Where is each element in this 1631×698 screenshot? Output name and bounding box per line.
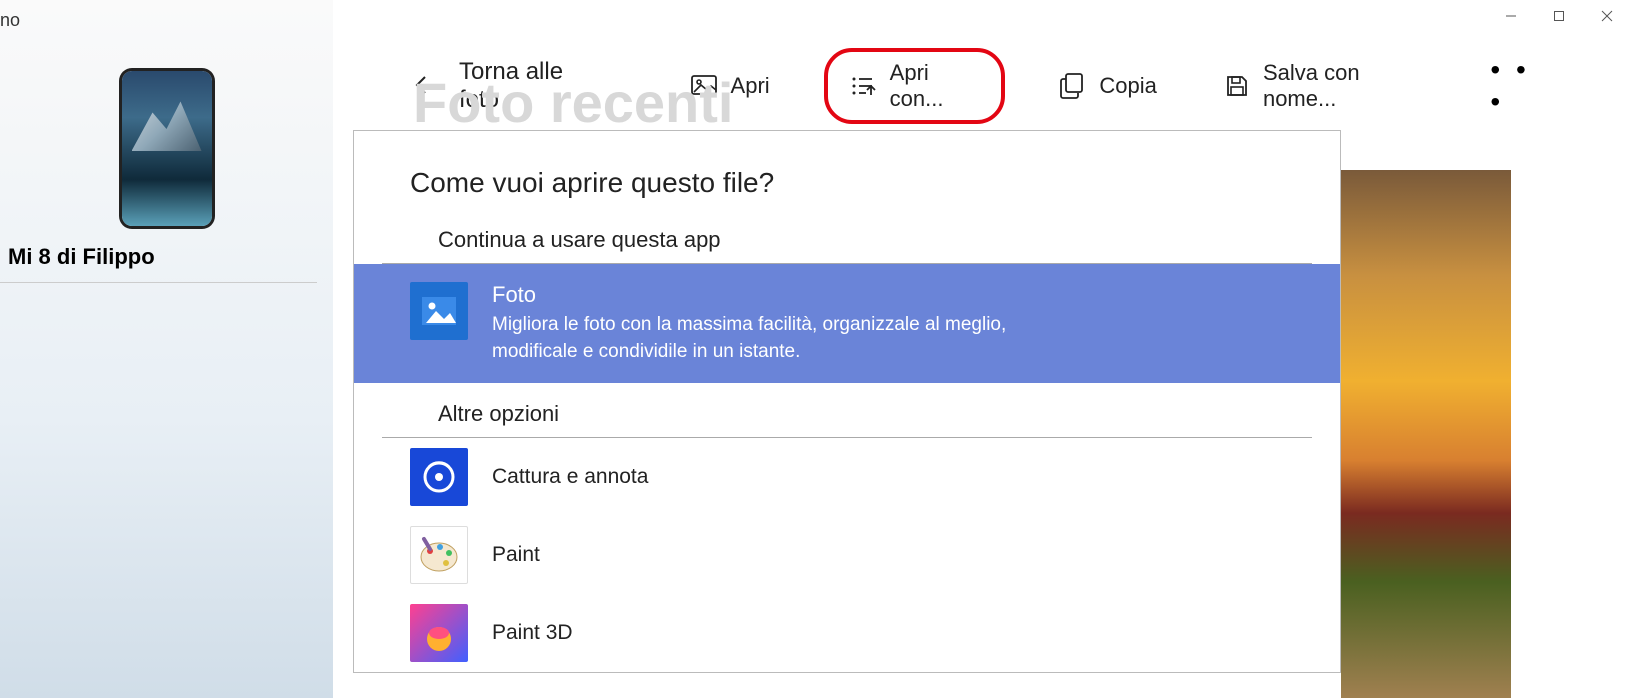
copy-icon	[1059, 73, 1085, 99]
main-content: Foto recenti Torna alle foto Apri Apri c…	[333, 0, 1631, 698]
copy-button[interactable]: Copia	[1045, 67, 1170, 105]
maximize-button[interactable]	[1535, 0, 1583, 32]
save-as-button[interactable]: Salva con nome...	[1211, 54, 1441, 118]
open-with-button[interactable]: Apri con...	[824, 48, 1006, 124]
app-option-foto[interactable]: Foto Migliora le foto con la massima fac…	[354, 264, 1340, 383]
save-icon	[1225, 73, 1249, 99]
app-option-paint[interactable]: Paint	[354, 516, 1340, 594]
app-name: Paint	[492, 543, 1312, 567]
app-name: Cattura e annota	[492, 465, 1312, 489]
other-options-label: Altre opzioni	[382, 383, 1312, 438]
more-button[interactable]: • • •	[1480, 54, 1561, 118]
paint-app-icon	[410, 526, 468, 584]
close-icon	[1601, 10, 1613, 22]
continue-section-label: Continua a usare questa app	[382, 227, 1312, 264]
snip-app-icon	[410, 448, 468, 506]
photo-preview	[1341, 170, 1511, 698]
foto-app-icon	[410, 282, 468, 340]
sidebar: no Mi 8 di Filippo	[0, 0, 333, 698]
app-name: Paint 3D	[492, 621, 1312, 645]
app-name: Foto	[492, 282, 1312, 308]
paint3d-app-icon	[410, 604, 468, 662]
save-as-label: Salva con nome...	[1263, 60, 1426, 112]
more-icon: • • •	[1490, 54, 1529, 117]
maximize-icon	[1553, 10, 1565, 22]
open-with-dialog: Come vuoi aprire questo file? Continua a…	[353, 130, 1341, 673]
page-heading: Foto recenti	[413, 70, 733, 135]
app-option-snip[interactable]: Cattura e annota	[354, 438, 1340, 516]
sidebar-top-fragment: no	[0, 10, 333, 31]
minimize-icon	[1505, 10, 1517, 22]
window-controls	[1487, 0, 1631, 32]
open-with-label: Apri con...	[890, 60, 980, 112]
dialog-title: Come vuoi aprire questo file?	[354, 167, 1340, 227]
list-arrow-icon	[850, 73, 876, 99]
close-button[interactable]	[1583, 0, 1631, 32]
app-description: Migliora le foto con la massima facilità…	[492, 312, 1052, 365]
device-name-label: Mi 8 di Filippo	[0, 244, 317, 283]
copy-label: Copia	[1099, 73, 1156, 99]
open-label: Apri	[731, 73, 770, 99]
device-thumbnail[interactable]	[122, 71, 212, 226]
app-option-paint3d[interactable]: Paint 3D	[354, 594, 1340, 672]
minimize-button[interactable]	[1487, 0, 1535, 32]
